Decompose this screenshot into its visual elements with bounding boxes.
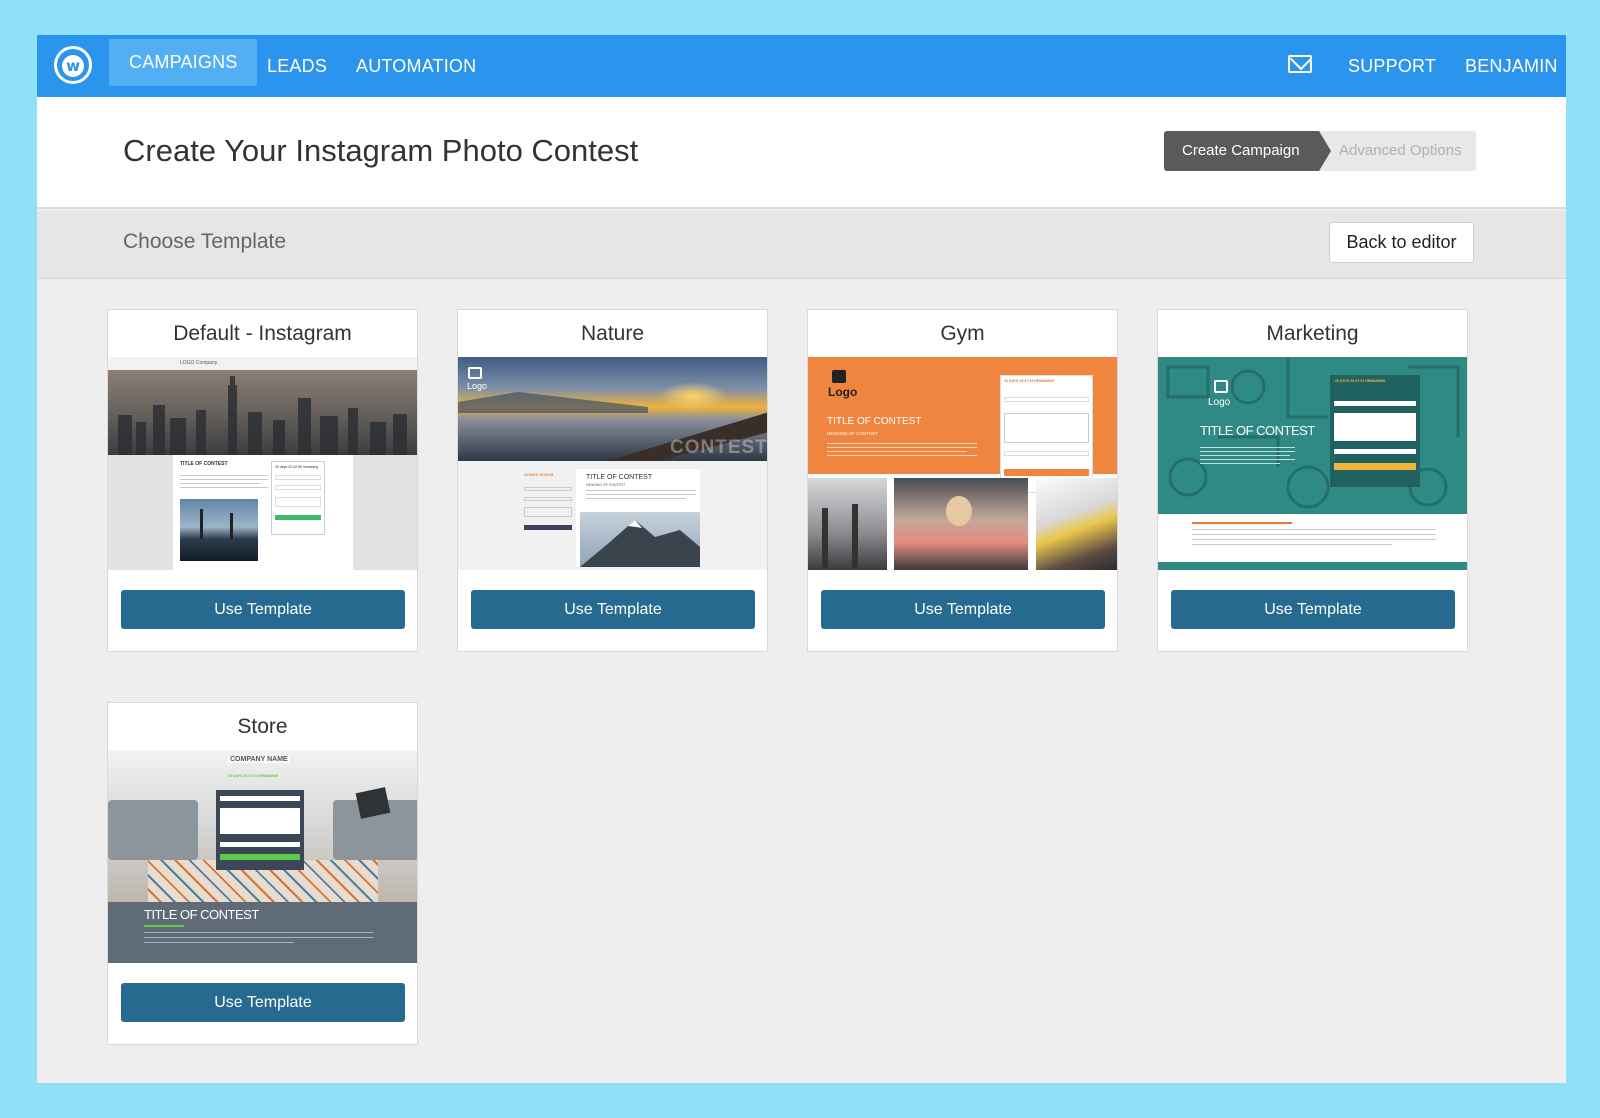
use-template-button[interactable]: Use Template [471,590,755,629]
gym-stretch-photo [1036,478,1117,570]
template-name: Marketing [1266,322,1359,345]
nav-automation[interactable]: AUTOMATION [356,35,476,97]
section-header: Choose Template Back to editor [37,211,1566,279]
preview-company-name: COMPANY NAME [228,756,290,763]
app-window: w CAMPAIGNS LEADS AUTOMATION SUPPORT BEN… [37,35,1566,1083]
preview-contest-title: TITLE OF CONTEST [1200,423,1315,438]
bridge-photo [180,499,258,561]
template-name: Gym [940,322,985,345]
preview-logo-text: Logo [1208,397,1231,408]
preview-timer: 20 DAYS 23:37:34 REMAINING [1004,379,1055,383]
use-template-button[interactable]: Use Template [1171,590,1455,629]
preview-logo-text: Logo [828,385,858,399]
preview-timer: 20 DAYS 23:47:03 REMAINING [228,774,279,778]
top-nav: w CAMPAIGNS LEADS AUTOMATION SUPPORT BEN… [37,35,1566,97]
brand-logo-icon[interactable]: w [54,46,92,84]
template-preview-default[interactable]: LOGO Company TITLE OF CONTEST 20 days 22… [108,357,417,570]
use-template-button[interactable]: Use Template [121,590,405,629]
template-preview-gym[interactable]: Logo TITLE OF CONTEST HEADING OF CONTEST… [808,357,1117,570]
template-name: Default - Instagram [173,322,352,345]
template-card-marketing: Marketing Logo TITLE OF CONTEST 20 DAYS … [1157,309,1468,652]
city-skyline-image [108,370,417,455]
template-card-default: Default - Instagram LOGO Company TITLE O… [107,309,418,652]
template-preview-nature[interactable]: Logo CONTEST 20 DAYS 22:34:06 TITLE OF C… [458,357,767,570]
preview-watermark: CONTEST [670,437,767,458]
nav-leads[interactable]: LEADS [267,35,327,97]
gym-woman-photo [894,478,1028,570]
template-card-gym: Gym Logo TITLE OF CONTEST HEADING OF CON… [807,309,1118,652]
nav-support[interactable]: SUPPORT [1348,35,1436,97]
template-name: Store [237,715,288,738]
nav-user-menu[interactable]: BENJAMIN [1465,35,1558,97]
page-title: Create Your Instagram Photo Contest [123,133,639,168]
gym-equipment-photo [808,478,887,570]
preview-contest-title: TITLE OF CONTEST [586,474,653,481]
step-create-campaign[interactable]: Create Campaign [1164,131,1331,171]
preview-timer: 20 days 22:42:59 remaining [275,465,319,469]
preview-contest-title: TITLE OF CONTEST [827,416,922,427]
use-template-button[interactable]: Use Template [821,590,1105,629]
mountain-photo [580,512,700,567]
preview-logo-icon [1214,380,1228,393]
template-card-nature: Nature Logo CONTEST 20 DAYS 22:34:06 TIT… [457,309,768,652]
preview-timer: 20 DAYS 22:34:06 [524,473,554,477]
preview-logo-icon [468,367,482,379]
nav-campaigns[interactable]: CAMPAIGNS [109,39,258,86]
preview-logo-text: LOGO Company [180,360,218,366]
preview-contest-title: TITLE OF CONTEST [180,461,228,467]
preview-logo-text: Logo [467,381,488,391]
preview-contest-title: TITLE OF CONTEST [144,907,259,922]
preview-contest-heading: HEADING OF CONTEST [827,431,878,436]
preview-timer: 20 DAYS 23:37:03 REMAINING [1335,379,1386,383]
use-template-button[interactable]: Use Template [121,983,405,1022]
preview-logo-icon [832,370,846,383]
template-preview-store[interactable]: COMPANY NAME 20 DAYS 23:47:03 REMAINING … [108,750,417,963]
page-header: Create Your Instagram Photo Contest Adva… [37,97,1566,209]
mail-icon[interactable] [1288,55,1312,73]
back-to-editor-button[interactable]: Back to editor [1329,222,1474,263]
template-preview-marketing[interactable]: Logo TITLE OF CONTEST 20 DAYS 23:37:03 R… [1158,357,1467,570]
preview-contest-heading: HEADING OF CONTEST [586,483,626,487]
step-advanced-options[interactable]: Advanced Options [1319,131,1476,171]
template-card-store: Store COMPANY NAME 20 DAYS 23:47:03 REMA… [107,702,418,1045]
section-title: Choose Template [123,230,287,253]
template-name: Nature [580,322,645,345]
